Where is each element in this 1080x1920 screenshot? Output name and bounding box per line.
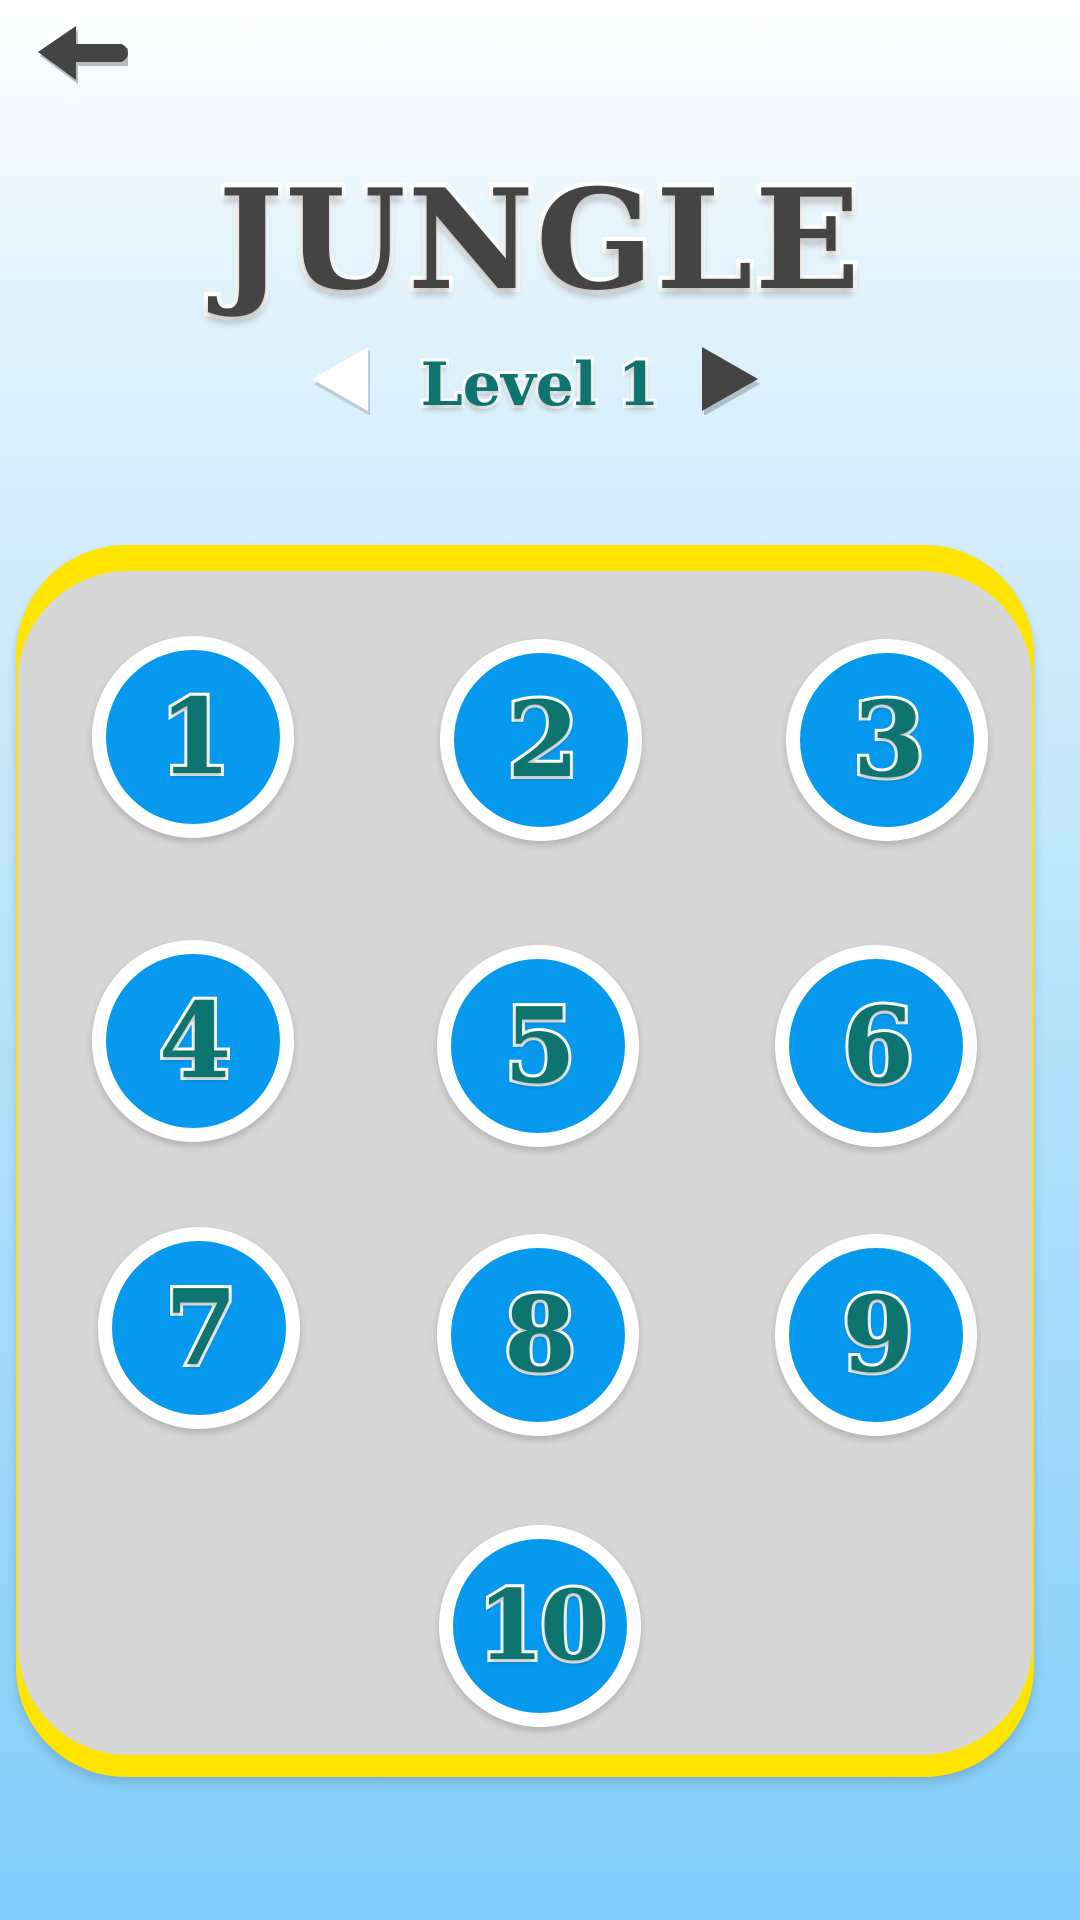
- level-number: 4: [156, 979, 234, 1102]
- level-button-3[interactable]: 3: [786, 639, 988, 841]
- level-number: 8: [501, 1273, 579, 1396]
- level-button-4[interactable]: 4: [92, 940, 294, 1142]
- level-button-1[interactable]: 1: [92, 636, 294, 838]
- level-number: 6: [839, 984, 917, 1107]
- level-number: 7: [162, 1266, 240, 1389]
- level-number: 5: [501, 984, 579, 1107]
- arrow-left-icon: [38, 26, 128, 84]
- level-button-9[interactable]: 9: [775, 1234, 977, 1436]
- triangle-right-icon: [702, 347, 760, 416]
- level-number: 3: [850, 678, 928, 801]
- back-button[interactable]: [30, 20, 140, 90]
- triangle-left-icon: [312, 347, 370, 416]
- level-button-5[interactable]: 5: [437, 945, 639, 1147]
- level-button-7[interactable]: 7: [98, 1227, 300, 1429]
- level-number: 2: [504, 678, 582, 801]
- level-button-8[interactable]: 8: [437, 1234, 639, 1436]
- level-button-10[interactable]: 10: [439, 1525, 641, 1727]
- level-number: 9: [839, 1273, 917, 1396]
- level-number: 10: [474, 1569, 610, 1682]
- page-title: JUNGLE: [214, 156, 864, 324]
- level-label: Level 1: [418, 347, 663, 423]
- level-button-6[interactable]: 6: [775, 945, 977, 1147]
- next-level-button[interactable]: [700, 345, 760, 416]
- previous-level-button[interactable]: [310, 345, 370, 416]
- level-button-2[interactable]: 2: [440, 639, 642, 841]
- level-number: 1: [156, 675, 234, 798]
